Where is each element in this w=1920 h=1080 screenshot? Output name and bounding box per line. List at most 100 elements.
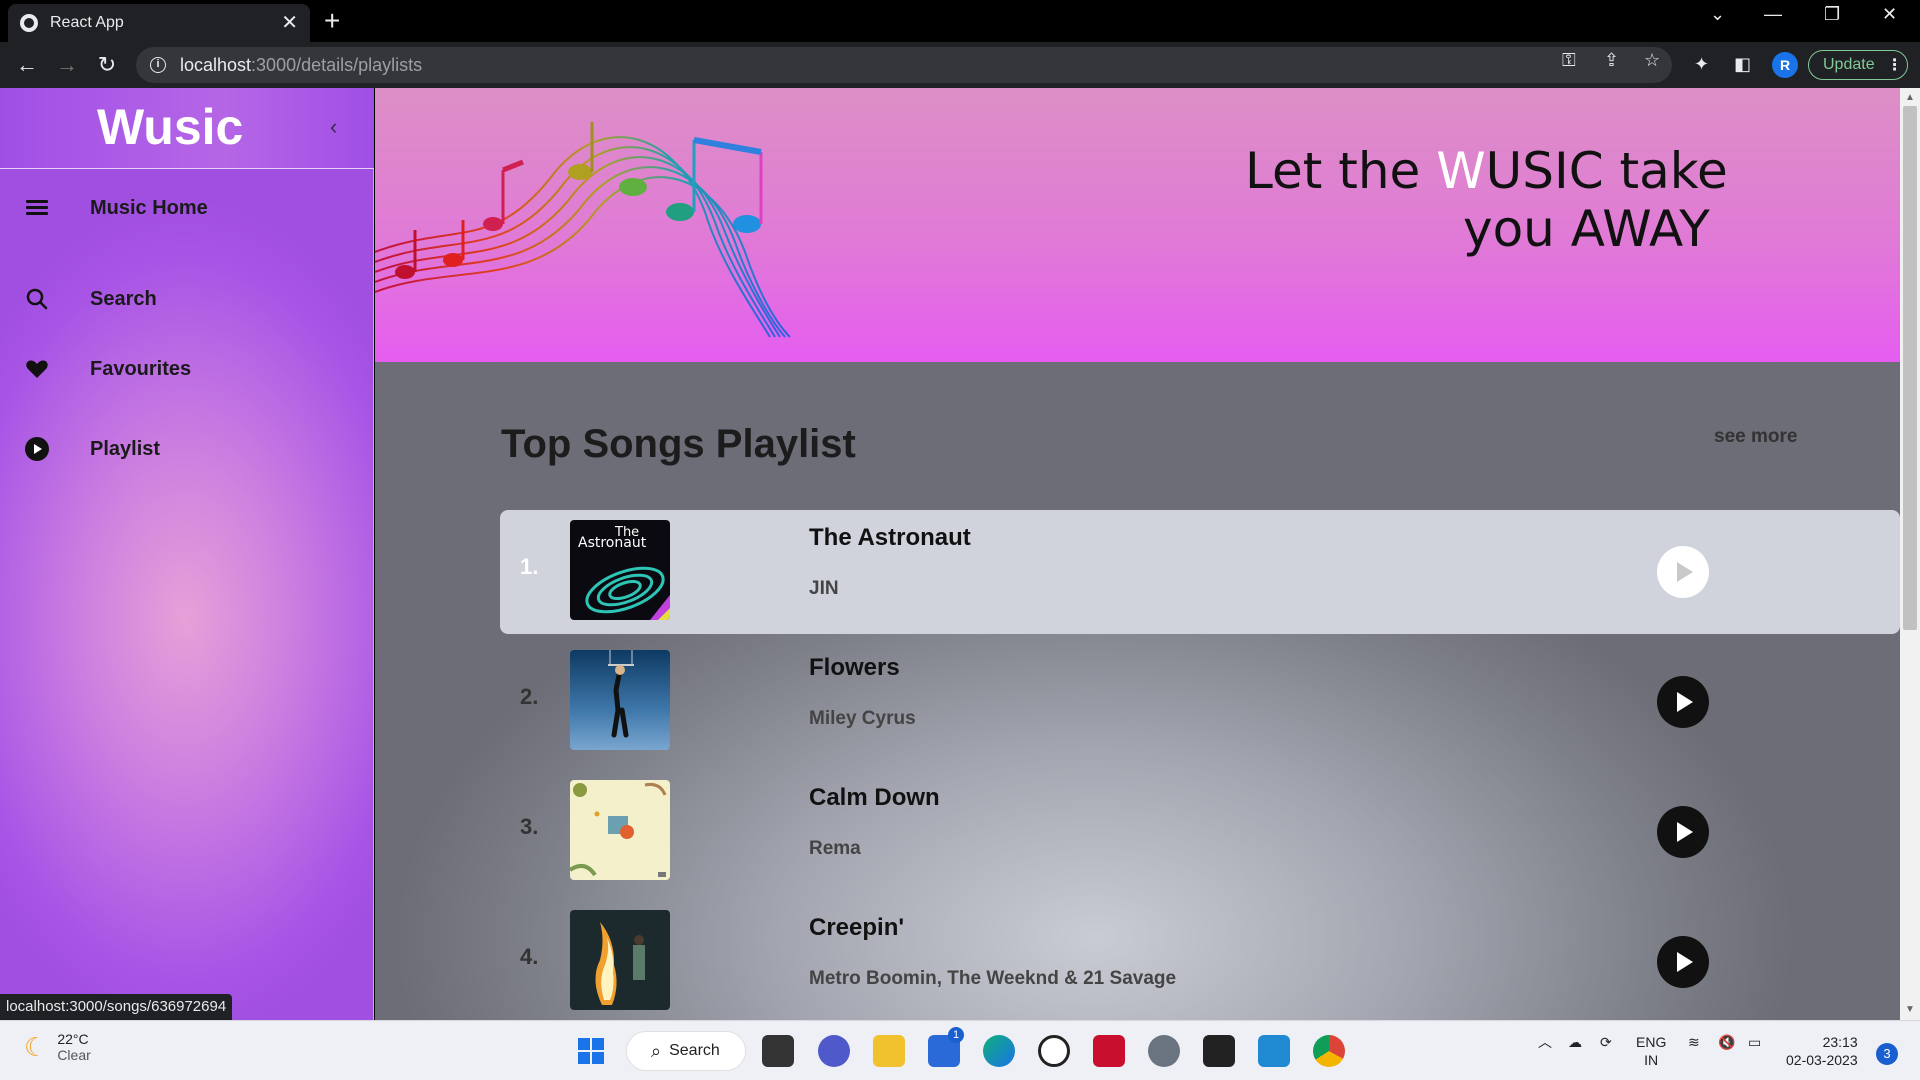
song-row[interactable]: 3. Calm Down Rema bbox=[500, 770, 1900, 894]
scroll-up-icon[interactable]: ▲ bbox=[1905, 92, 1915, 103]
edge-icon[interactable] bbox=[983, 1035, 1015, 1067]
calm-down-cover bbox=[570, 783, 667, 877]
sidebar-item-favourites[interactable]: Favourites bbox=[0, 348, 374, 394]
dell-icon[interactable] bbox=[1038, 1035, 1070, 1067]
sidebar-item-label: Playlist bbox=[90, 438, 161, 460]
album-art bbox=[570, 910, 670, 1010]
site-info-icon[interactable]: i bbox=[150, 57, 166, 73]
language-region: IN bbox=[1644, 1052, 1659, 1068]
url-field[interactable]: i localhost:3000/details/playlists bbox=[136, 47, 1672, 83]
tagline-line2: you AWAY bbox=[1463, 200, 1710, 258]
song-title[interactable]: The Astronaut bbox=[809, 524, 971, 552]
sidebar-item-label: Favourites bbox=[90, 358, 192, 380]
forward-icon[interactable]: → bbox=[52, 50, 82, 80]
task-view-icon[interactable] bbox=[762, 1035, 794, 1067]
see-more-link[interactable]: see more bbox=[1714, 426, 1797, 448]
tab-title: React App bbox=[50, 14, 124, 31]
reload-icon[interactable]: ↻ bbox=[92, 50, 122, 80]
app-logo[interactable]: Wusic bbox=[97, 98, 243, 156]
chrome-icon[interactable] bbox=[1313, 1035, 1345, 1067]
battery-icon[interactable]: ▭ bbox=[1748, 1033, 1761, 1051]
song-artist: Miley Cyrus bbox=[809, 708, 916, 729]
browser-tab[interactable]: React App ✕ bbox=[8, 4, 310, 42]
start-icon[interactable] bbox=[575, 1035, 607, 1067]
song-number: 3. bbox=[520, 814, 539, 839]
sidebar-item-search[interactable]: Search bbox=[0, 278, 374, 324]
star-icon[interactable]: ☆ bbox=[1644, 50, 1660, 71]
astronaut-art-text-2: Astronaut bbox=[578, 535, 647, 551]
sidebar-item-playlist[interactable]: Playlist bbox=[0, 428, 374, 474]
clock[interactable]: 23:13 02-03-2023 bbox=[1786, 1033, 1858, 1069]
main-content: Let the WUSIC take you AWAY Top Songs Pl… bbox=[375, 88, 1900, 1020]
key-icon[interactable]: ⚿ bbox=[1562, 50, 1576, 71]
extensions-icon[interactable]: ✦ bbox=[1694, 54, 1709, 75]
address-bar: ← → ↻ i localhost:3000/details/playlists… bbox=[0, 42, 1920, 88]
share-icon[interactable]: ⇪ bbox=[1604, 50, 1619, 71]
close-tab-icon[interactable]: ✕ bbox=[281, 13, 298, 33]
volume-muted-icon[interactable]: 🔇 bbox=[1718, 1033, 1735, 1051]
song-row[interactable]: 4. Creepin' Metro Boomin, The Weeknd & 2… bbox=[500, 900, 1900, 1020]
new-tab-button[interactable]: + bbox=[324, 6, 340, 36]
language-code: ENG bbox=[1636, 1034, 1667, 1050]
song-number: 4. bbox=[520, 944, 539, 969]
collapse-sidebar-icon[interactable]: ‹ bbox=[330, 114, 337, 140]
taskbar: ☾ 22°C Clear ⌕ Search 1 ︿ ☁ ⟳ ENG IN ≋ 🔇… bbox=[0, 1020, 1920, 1080]
play-circle-icon bbox=[25, 437, 49, 461]
sidebar-item-music-home[interactable]: Music Home bbox=[0, 187, 374, 233]
song-title[interactable]: Creepin' bbox=[809, 914, 904, 942]
play-button[interactable] bbox=[1657, 806, 1709, 858]
song-title[interactable]: Calm Down bbox=[809, 784, 940, 812]
search-icon: ⌕ bbox=[651, 1040, 662, 1061]
restore-icon[interactable]: ❐ bbox=[1824, 4, 1840, 25]
file-explorer-icon[interactable] bbox=[873, 1035, 905, 1067]
banner-tagline: Let the WUSIC take you AWAY bbox=[1245, 142, 1728, 258]
globe-icon bbox=[20, 14, 38, 32]
weather-condition: Clear bbox=[57, 1047, 91, 1063]
scrollbar-thumb[interactable] bbox=[1903, 106, 1917, 630]
tab-search-icon[interactable]: ⌄ bbox=[1710, 4, 1725, 25]
hero-banner: Let the WUSIC take you AWAY bbox=[375, 88, 1900, 362]
sync-icon[interactable]: ⟳ bbox=[1600, 1033, 1612, 1051]
weather-widget[interactable]: ☾ 22°C Clear bbox=[24, 1031, 91, 1063]
settings-icon[interactable] bbox=[1148, 1035, 1180, 1067]
heart-icon bbox=[26, 360, 48, 378]
terminal-icon[interactable] bbox=[1203, 1035, 1235, 1067]
close-window-icon[interactable]: ✕ bbox=[1882, 4, 1897, 25]
music-notes-illustration bbox=[375, 122, 791, 338]
sidebar-item-label: Music Home bbox=[90, 197, 208, 219]
mcafee-icon[interactable] bbox=[1093, 1035, 1125, 1067]
astronaut-cover: The Astronaut bbox=[578, 525, 670, 620]
flowers-cover bbox=[608, 650, 634, 738]
side-panel-icon[interactable]: ◧ bbox=[1734, 54, 1751, 75]
song-title[interactable]: Flowers bbox=[809, 654, 900, 682]
back-icon[interactable]: ← bbox=[12, 50, 42, 80]
store-icon[interactable]: 1 bbox=[928, 1027, 964, 1067]
play-button[interactable] bbox=[1657, 936, 1709, 988]
profile-avatar[interactable]: R bbox=[1772, 52, 1798, 78]
play-button[interactable] bbox=[1657, 546, 1709, 598]
song-artist: Rema bbox=[809, 838, 861, 859]
song-row[interactable]: 2. Flowers Miley Cyrus bbox=[500, 640, 1900, 764]
onedrive-icon[interactable]: ☁ bbox=[1568, 1033, 1582, 1051]
chevron-up-icon[interactable]: ︿ bbox=[1538, 1033, 1552, 1051]
page-scrollbar[interactable]: ▲ ▼ bbox=[1900, 88, 1920, 1020]
status-url-tooltip: localhost:3000/songs/636972694 bbox=[0, 994, 233, 1020]
sidebar-item-label: Search bbox=[90, 288, 157, 310]
taskbar-search[interactable]: ⌕ Search bbox=[626, 1031, 746, 1071]
logo-row: Wusic ‹ bbox=[0, 88, 374, 169]
tagline-pre: Let the bbox=[1245, 142, 1437, 200]
play-button[interactable] bbox=[1657, 676, 1709, 728]
play-icon bbox=[1677, 562, 1693, 582]
language-indicator[interactable]: ENG IN bbox=[1636, 1033, 1666, 1069]
play-icon bbox=[1677, 952, 1693, 972]
vscode-icon[interactable] bbox=[1258, 1035, 1290, 1067]
song-row[interactable]: 1. The Astronaut The Astronaut JIN bbox=[500, 510, 1900, 634]
minimize-icon[interactable]: — bbox=[1764, 4, 1782, 25]
teams-icon[interactable] bbox=[818, 1035, 850, 1067]
update-button[interactable]: Update ⋮ bbox=[1808, 50, 1908, 80]
notification-badge[interactable]: 3 bbox=[1876, 1043, 1898, 1065]
url-host: localhost bbox=[180, 54, 252, 75]
clock-time: 23:13 bbox=[1822, 1034, 1858, 1050]
scroll-down-icon[interactable]: ▼ bbox=[1905, 1004, 1915, 1015]
wifi-icon[interactable]: ≋ bbox=[1688, 1033, 1700, 1051]
